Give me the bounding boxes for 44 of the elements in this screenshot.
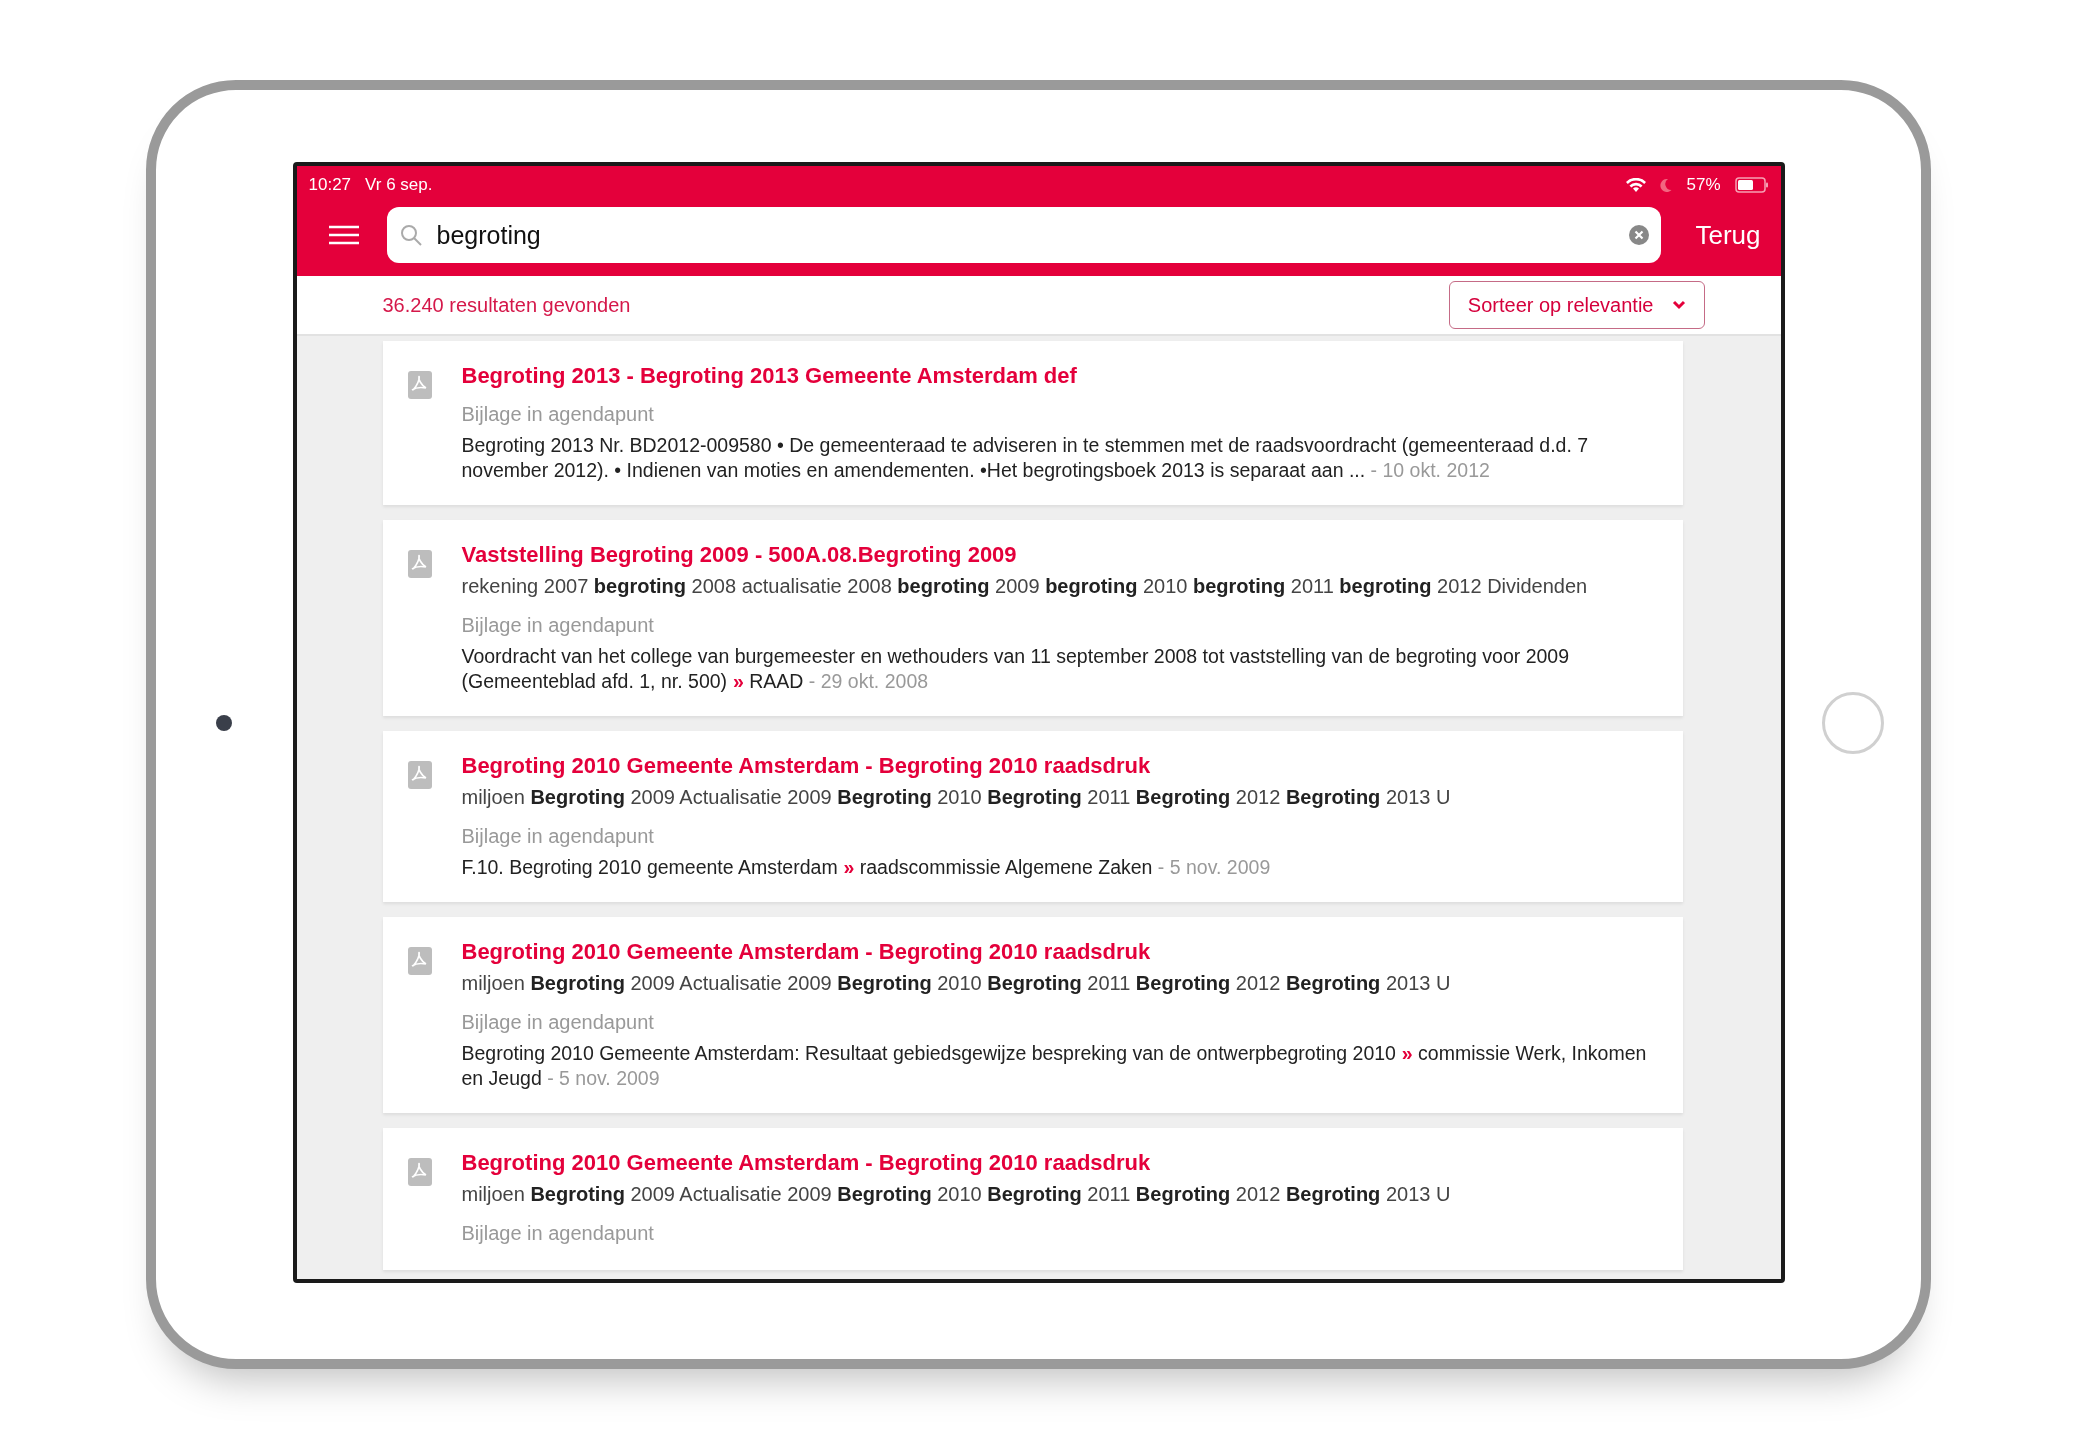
menu-icon[interactable] <box>328 225 359 245</box>
result-title[interactable]: Begroting 2010 Gemeente Amsterdam - Begroting 2010 raadsdruk <box>461 751 1653 781</box>
result-type: Bijlage in agendapunt <box>461 613 655 638</box>
camera-dot <box>216 714 233 731</box>
pdf-file-icon <box>407 761 432 789</box>
search-field[interactable]: begroting <box>386 207 1662 263</box>
battery-icon <box>1734 177 1769 193</box>
result-snippet: miljoen Begroting 2009 Actualisatie 2009 Begroting 2010 Begroting 2011 Begroting 2012 Begroting 2013 U <box>461 1182 1452 1207</box>
pdf-file-icon <box>407 550 432 578</box>
status-time: 10:27 <box>308 175 352 195</box>
pdf-file-icon <box>407 371 432 399</box>
status-date: Vr 6 sep. <box>365 175 433 195</box>
result-title[interactable]: Begroting 2010 Gemeente Amsterdam - Begroting 2010 raadsdruk <box>461 1148 1653 1178</box>
result-card[interactable] <box>382 917 1683 1113</box>
result-snippet: miljoen Begroting 2009 Actualisatie 2009 Begroting 2010 Begroting 2011 Begroting 2012 Begroting 2013 U <box>461 785 1452 810</box>
result-type: Bijlage in agendapunt <box>461 1010 655 1035</box>
result-type: Bijlage in agendapunt <box>461 824 655 849</box>
clear-icon[interactable] <box>1629 225 1650 245</box>
search-query: begroting <box>436 220 542 250</box>
pdf-file-icon <box>407 1158 432 1186</box>
sort-dropdown[interactable]: Sorteer op relevantie <box>1448 281 1705 329</box>
moon-icon <box>1660 178 1673 192</box>
pdf-file-icon <box>407 947 432 975</box>
result-description: Begroting 2010 Gemeente Amsterdam: Resultaat gebiedsgewijze bespreking van de ontwerpbegroting 2010 » commissie Werk, Inkomen en Jeugd - 5 nov. 2009 <box>461 1041 1648 1091</box>
result-snippet: rekening 2007 begroting 2008 actualisatie 2008 begroting 2009 begroting 2010 begroting 2011 begroting 2012 Dividenden <box>461 574 1589 599</box>
result-card[interactable] <box>382 731 1683 902</box>
result-card[interactable]: Begroting 2010 Gemeente Amsterdam - Begroting 2010 raadsdruk miljoen Begroting 2009 Actualisatie 2009 Begroting 2010 Begroting 2011 Begroting 2012 Begroting 2013 U Bijlage in agendapunt <box>382 1128 1683 1270</box>
result-title[interactable]: Begroting 2013 - Begroting 2013 Gemeente Amsterdam def <box>461 361 1653 391</box>
result-snippet: miljoen Begroting 2009 Actualisatie 2009 Begroting 2010 Begroting 2011 Begroting 2012 Begroting 2013 U <box>461 971 1452 996</box>
result-description: Voordracht van het college van burgemeester en wethouders van 11 september 2008 tot vaststelling van de begroting voor 2009 (Gemeenteblad afd. 1, nr. 500) » RAAD - 29 okt. 2008 <box>461 644 1571 694</box>
result-card[interactable] <box>382 520 1683 716</box>
search-icon <box>398 223 423 247</box>
result-description: Begroting 2013 Nr. BD2012-009580 • De gemeenteraad te adviseren in te stemmen met de raadsvoordracht (gemeenteraad d.d. 7 november 2012). • Indienen van moties en amendementen. •Het begrotingsboek 2013 is separaat aan ... - 10 okt. 2012 <box>461 433 1590 483</box>
result-description: F.10. Begroting 2010 gemeente Amsterdam » raadscommissie Algemene Zaken - 5 nov. 2009 <box>461 855 1272 880</box>
wifi-icon <box>1626 177 1647 193</box>
battery-percentage: 57% <box>1686 175 1721 195</box>
chevron-down-icon <box>1671 300 1686 310</box>
result-card[interactable] <box>382 341 1683 505</box>
results-count: 36.240 resultaten gevonden <box>382 293 631 317</box>
result-type: Bijlage in agendapunt <box>461 402 655 427</box>
result-title[interactable]: Vaststelling Begroting 2009 - 500A.08.Begroting 2009 <box>461 540 1653 570</box>
result-title[interactable]: Begroting 2010 Gemeente Amsterdam - Begroting 2010 raadsdruk <box>461 937 1653 967</box>
result-type: Bijlage in agendapunt <box>461 1221 655 1246</box>
back-button[interactable]: Terug <box>1689 219 1767 251</box>
